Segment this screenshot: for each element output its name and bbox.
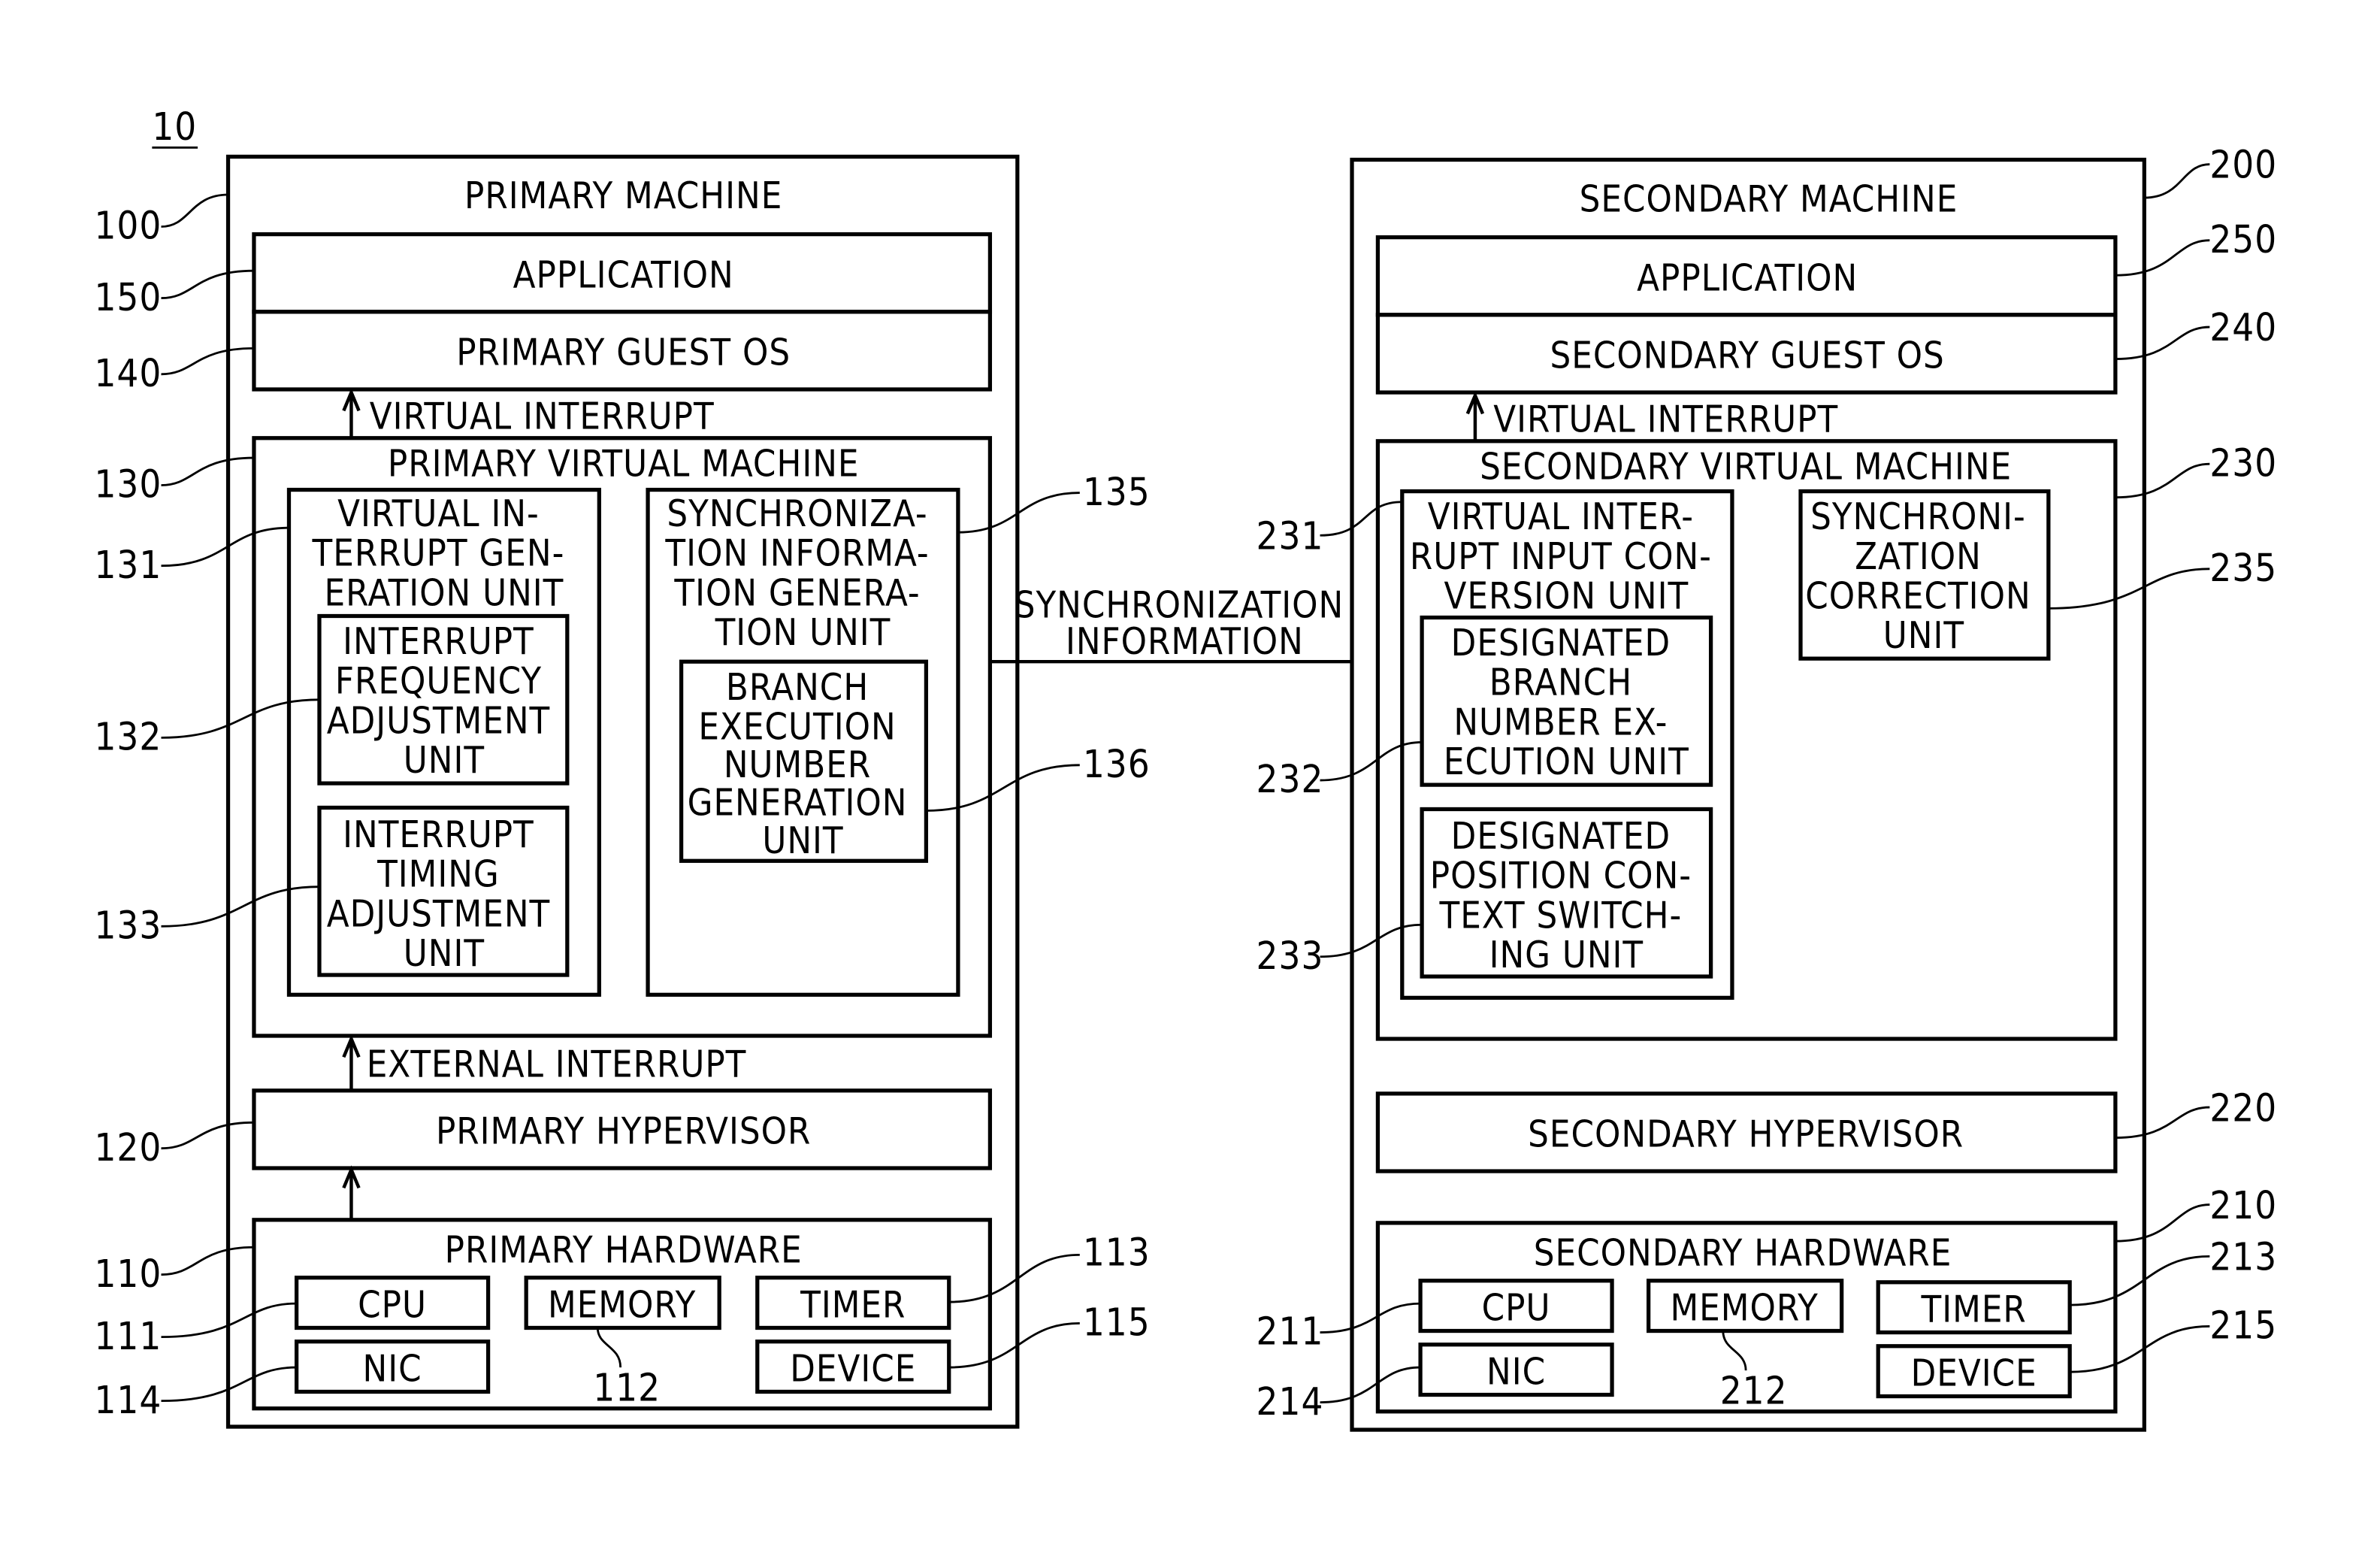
ref-numeral: 111 — [94, 1314, 162, 1358]
ref-numeral: 214 — [1257, 1379, 1324, 1424]
secondary-cpu-label: CPU — [1482, 1287, 1551, 1329]
primary-virtual-interrupt-label: VIRTUAL INTERRUPT — [370, 396, 715, 438]
primary-vm-title: PRIMARY VIRTUAL MACHINE — [388, 443, 860, 485]
primary-machine-title: PRIMARY MACHINE — [464, 175, 782, 217]
secondary-hypervisor-label: SECONDARY HYPERVISOR — [1528, 1114, 1964, 1156]
ref-numeral: 131 — [94, 543, 162, 587]
interrupt-generation-unit-label: VIRTUAL IN- TERRUPT GEN- ERATION UNIT — [312, 493, 576, 614]
ref-numeral: 231 — [1257, 513, 1324, 558]
secondary-vm-title: SECONDARY VIRTUAL MACHINE — [1480, 446, 2012, 488]
ref-numeral: 220 — [2209, 1085, 2277, 1130]
ref-numeral: 120 — [94, 1125, 162, 1170]
secondary-nic-label: NIC — [1486, 1351, 1546, 1393]
primary-guest-os-label: PRIMARY GUEST OS — [456, 332, 791, 374]
ref-numeral: 240 — [2209, 305, 2277, 350]
secondary-application-label: APPLICATION — [1637, 257, 1858, 299]
sync-info-arrow-label: SYNCHRONIZATION INFORMATION — [1015, 585, 1355, 664]
secondary-machine: SECONDARY MACHINE APPLICATION SECONDARY … — [1350, 157, 2146, 1432]
ref-numeral: 250 — [2209, 217, 2277, 262]
designated-branch-execution-unit-label: DESIGNATED BRANCH NUMBER EX- ECUTION UNI… — [1444, 622, 1689, 783]
primary-application-label: APPLICATION — [513, 254, 734, 296]
ref-numeral: 211 — [1257, 1309, 1324, 1354]
secondary-timer-label: TIMER — [1921, 1288, 2027, 1330]
ref-numeral: 100 — [94, 204, 162, 248]
ref-numeral: 215 — [2209, 1303, 2277, 1348]
ref-numeral: 235 — [2209, 546, 2277, 590]
primary-nic-label: NIC — [363, 1348, 422, 1390]
ref-numeral: 140 — [94, 351, 162, 395]
input-conversion-unit-label: VIRTUAL INTER- RUPT INPUT CON- VERSION U… — [1410, 496, 1723, 617]
ref-numeral: 230 — [2209, 440, 2277, 485]
sync-info-arrow: SYNCHRONIZATION INFORMATION — [990, 585, 1384, 673]
primary-timer-label: TIMER — [800, 1284, 906, 1326]
secondary-memory-label: MEMORY — [1670, 1287, 1818, 1329]
primary-memory-label: MEMORY — [548, 1284, 696, 1326]
leader-line — [2144, 163, 2210, 199]
ref-numeral: 112 — [593, 1366, 661, 1410]
ref-numeral: 232 — [1257, 757, 1324, 801]
secondary-virtual-interrupt-label: VIRTUAL INTERRUPT — [1493, 399, 1838, 441]
ref-numeral: 210 — [2209, 1183, 2277, 1228]
ref-numeral: 115 — [1083, 1300, 1151, 1345]
secondary-guest-os-label: SECONDARY GUEST OS — [1550, 335, 1944, 377]
primary-hypervisor-label: PRIMARY HYPERVISOR — [436, 1111, 811, 1153]
ref-numeral: 213 — [2209, 1235, 2277, 1279]
ref-numeral: 200 — [2209, 143, 2277, 187]
ref-numeral: 133 — [94, 903, 162, 947]
secondary-hardware-title: SECONDARY HARDWARE — [1534, 1233, 1952, 1275]
ref-numeral: 136 — [1083, 742, 1151, 786]
ref-numeral: 114 — [94, 1378, 162, 1422]
primary-hardware-title: PRIMARY HARDWARE — [445, 1229, 803, 1271]
ref-numeral: 233 — [1257, 934, 1324, 978]
ref-numeral: 110 — [94, 1252, 162, 1296]
system-block-diagram: 10 PRIMARY MACHINE APPLICATION PRIMARY G… — [94, 104, 2277, 1432]
primary-machine: PRIMARY MACHINE APPLICATION PRIMARY GUES… — [225, 154, 1020, 1429]
ref-numeral: 135 — [1083, 470, 1151, 514]
leader-line — [161, 193, 228, 228]
ref-numeral: 130 — [94, 462, 162, 507]
ref-numeral: 212 — [1720, 1369, 1788, 1413]
secondary-machine-title: SECONDARY MACHINE — [1580, 178, 1958, 220]
external-interrupt-label: EXTERNAL INTERRUPT — [367, 1044, 747, 1086]
ref-numeral: 150 — [94, 275, 162, 319]
ref-numeral: 113 — [1083, 1231, 1151, 1275]
figure-ref: 10 — [152, 104, 197, 149]
secondary-device-label: DEVICE — [1911, 1352, 2037, 1394]
primary-cpu-label: CPU — [358, 1284, 427, 1326]
primary-device-label: DEVICE — [790, 1348, 916, 1390]
ref-numeral: 132 — [94, 715, 162, 759]
